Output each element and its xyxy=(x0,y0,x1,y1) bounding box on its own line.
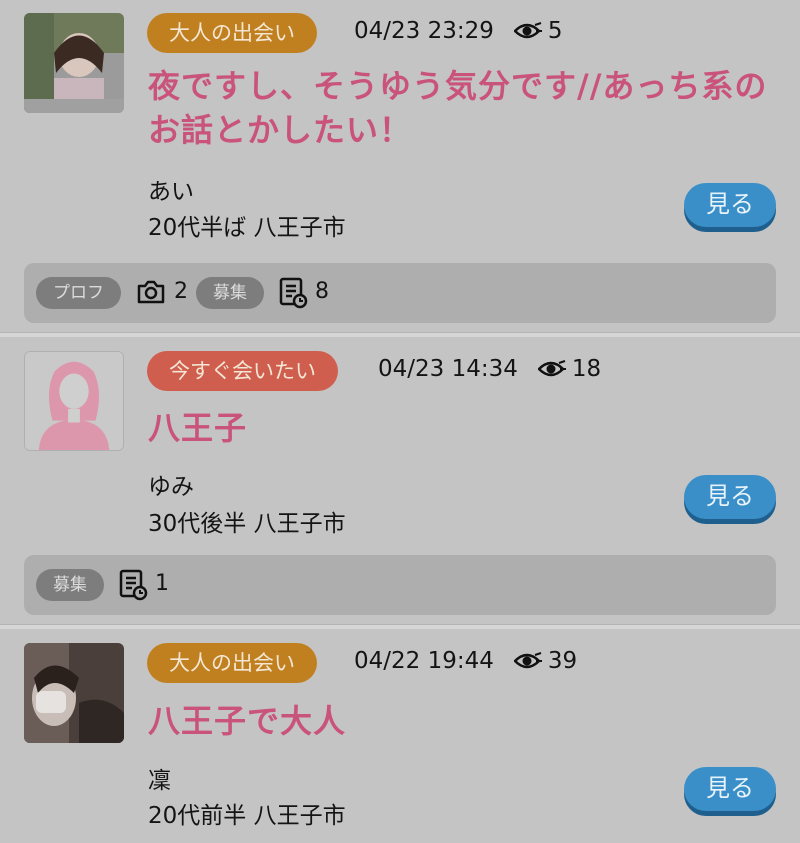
post-title[interactable]: 八王子 xyxy=(148,406,768,450)
user-age-location: 30代後半 八王子市 xyxy=(148,511,346,537)
recruit-document-icon xyxy=(119,569,148,601)
user-photo[interactable] xyxy=(24,13,124,113)
category-badge: 今すぐ会いたい xyxy=(147,351,338,391)
post-card[interactable]: 大人の出会い 04/23 23:29 5 夜ですし、そうゆう気分です//あっち系… xyxy=(0,0,800,332)
post-footer: プロフ 2 募集 8 xyxy=(24,263,776,323)
photo-thumbnail-icon xyxy=(24,643,124,743)
recruit-count: 1 xyxy=(155,571,169,596)
eye-icon xyxy=(537,360,566,377)
view-button[interactable]: 見る xyxy=(684,767,776,811)
post-card[interactable]: 大人の出会い 04/22 19:44 39 八王子で大人 凜 20代前半 八王子… xyxy=(0,629,800,843)
profile-chip[interactable]: プロフ xyxy=(36,277,121,309)
user-age-location: 20代半ば 八王子市 xyxy=(148,215,346,241)
eye-icon xyxy=(513,22,542,39)
photo-thumbnail-icon xyxy=(24,13,124,113)
view-count: 5 xyxy=(547,18,563,44)
user-photo[interactable] xyxy=(24,643,124,743)
camera-icon xyxy=(137,280,165,304)
post-footer: 募集 1 xyxy=(24,555,776,615)
view-button[interactable]: 見る xyxy=(684,183,776,227)
category-badge: 大人の出会い xyxy=(147,643,317,683)
post-meta: 04/23 23:29 5 xyxy=(354,18,563,44)
post-date: 04/23 23:29 xyxy=(354,18,494,44)
category-badge: 大人の出会い xyxy=(147,13,317,53)
eye-icon xyxy=(513,652,542,669)
photo-count: 2 xyxy=(174,279,188,304)
view-count: 39 xyxy=(547,648,578,674)
user-name: 凜 xyxy=(148,768,171,794)
view-count: 18 xyxy=(571,356,602,382)
user-photo[interactable] xyxy=(24,351,124,451)
recruit-document-icon xyxy=(279,277,308,309)
recruit-chip[interactable]: 募集 xyxy=(196,277,264,309)
post-date: 04/22 19:44 xyxy=(354,648,494,674)
recruit-chip[interactable]: 募集 xyxy=(36,569,104,601)
user-name: ゆみ xyxy=(148,474,194,500)
user-age-location: 20代前半 八王子市 xyxy=(148,803,346,829)
user-name: あい xyxy=(148,179,194,205)
view-button[interactable]: 見る xyxy=(684,475,776,519)
recruit-count: 8 xyxy=(315,279,329,304)
post-title[interactable]: 八王子で大人 xyxy=(148,699,768,743)
post-meta: 04/23 14:34 18 xyxy=(378,356,601,382)
default-female-avatar-icon xyxy=(25,352,123,450)
post-date: 04/23 14:34 xyxy=(378,356,518,382)
post-card[interactable]: 今すぐ会いたい 04/23 14:34 18 八王子 ゆみ 30代後半 八王子市… xyxy=(0,337,800,624)
post-title[interactable]: 夜ですし、そうゆう気分です//あっち系のお話とかしたい！ xyxy=(148,64,768,152)
post-meta: 04/22 19:44 39 xyxy=(354,648,577,674)
